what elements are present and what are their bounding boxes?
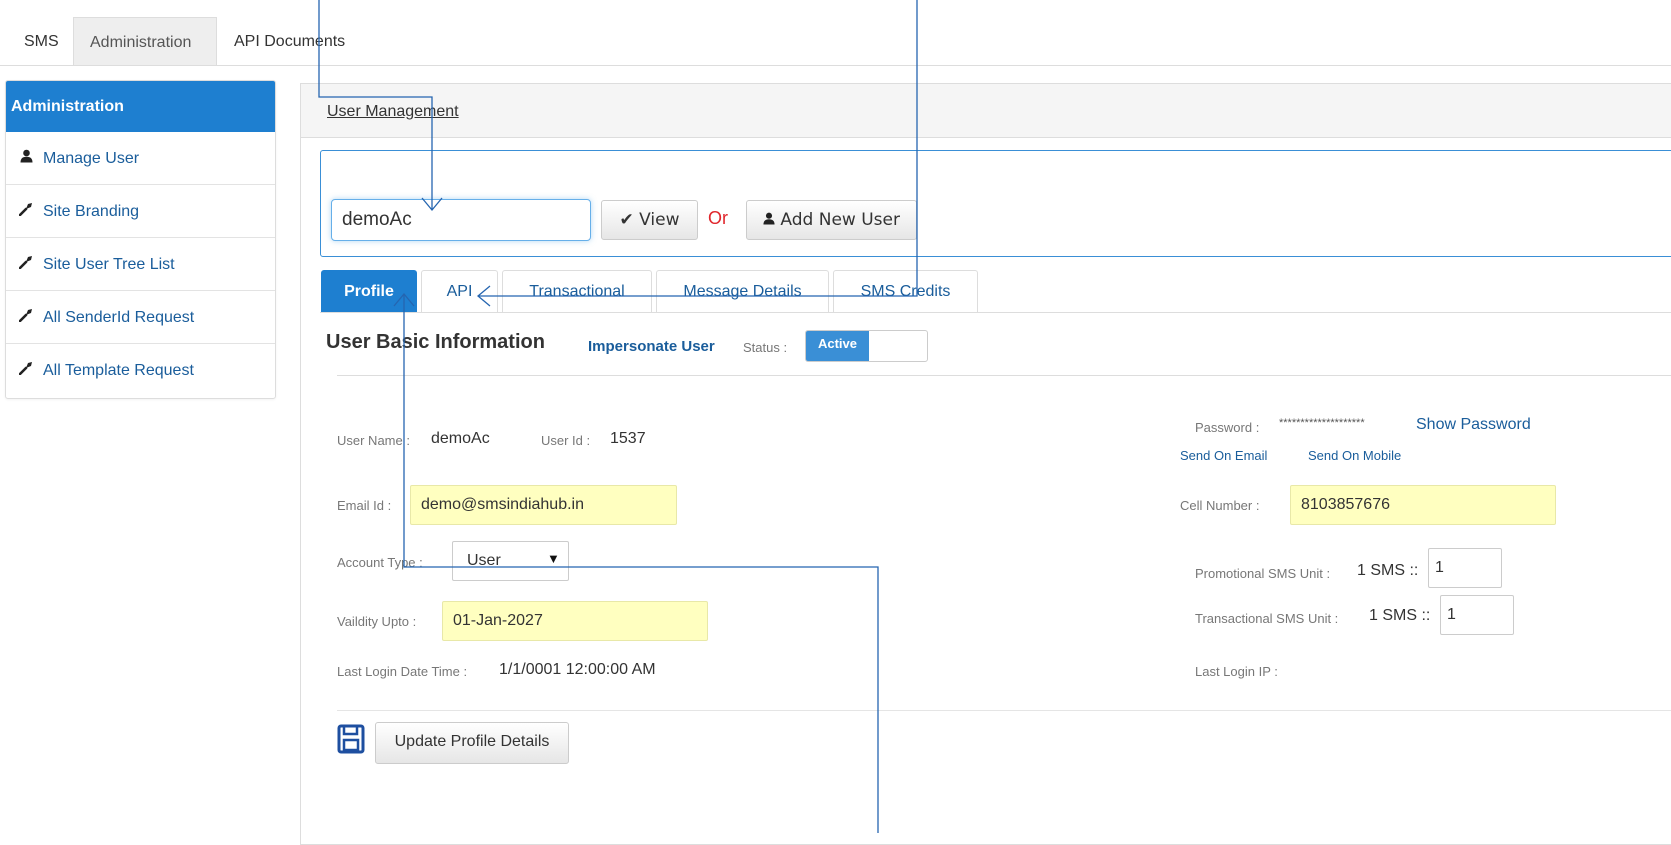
sidebar: Administration Manage User Site Branding…	[5, 80, 276, 399]
tab-transactional[interactable]: Transactional	[502, 270, 652, 312]
tab-api[interactable]: API	[421, 270, 498, 312]
update-profile-button[interactable]: Update Profile Details	[375, 722, 569, 764]
account-type-value: User	[467, 552, 501, 569]
wrench-icon	[18, 344, 34, 397]
tab-message-details[interactable]: Message Details	[656, 270, 829, 312]
tab-sms-credits[interactable]: SMS Credits	[833, 270, 978, 312]
promotional-sms-unit: 1 SMS ::	[1357, 562, 1419, 579]
impersonate-user-link[interactable]: Impersonate User	[588, 338, 715, 355]
user-icon	[18, 132, 34, 185]
caret-down-icon: ▼	[547, 551, 560, 566]
sidebar-item-all-senderid-request[interactable]: All SenderId Request	[6, 291, 275, 344]
sidebar-item-manage-user[interactable]: Manage User	[6, 132, 275, 185]
tabs-divider	[320, 312, 1671, 313]
nav-tab-administration[interactable]: Administration	[73, 17, 217, 65]
or-label: Or	[708, 208, 728, 228]
check-icon: ✔	[619, 210, 634, 230]
send-on-email-link[interactable]: Send On Email	[1180, 448, 1267, 463]
sidebar-item-label: Site Branding	[43, 203, 140, 220]
transactional-sms-unit: 1 SMS ::	[1369, 607, 1431, 624]
cell-number-field[interactable]: 8103857676	[1290, 485, 1556, 525]
add-new-user-label: Add New User	[780, 210, 900, 230]
sidebar-item-site-branding[interactable]: Site Branding	[6, 185, 275, 238]
sidebar-item-label: All SenderId Request	[43, 309, 195, 326]
password-mask: ********************	[1279, 417, 1365, 429]
sidebar-item-label: Site User Tree List	[43, 256, 175, 273]
user-id-value: 1537	[610, 430, 646, 447]
divider	[337, 375, 1671, 376]
promotional-sms-input[interactable]: 1	[1428, 548, 1502, 588]
last-login-ip-label: Last Login IP :	[1195, 664, 1278, 679]
section-title: User Basic Information	[326, 331, 545, 353]
promotional-sms-label: Promotional SMS Unit :	[1195, 566, 1331, 581]
page-title[interactable]: User Management	[327, 103, 459, 121]
sidebar-item-site-user-tree-list[interactable]: Site User Tree List	[6, 238, 275, 291]
top-nav: SMS Administration API Documents	[0, 0, 1671, 66]
divider	[337, 710, 1671, 711]
status-label: Status :	[743, 340, 788, 355]
password-label: Password :	[1195, 420, 1260, 435]
view-button-label: View	[639, 210, 680, 230]
add-new-user-button[interactable]: Add New User	[746, 200, 917, 240]
sidebar-item-all-template-request[interactable]: All Template Request	[6, 344, 275, 397]
transactional-sms-input[interactable]: 1	[1440, 595, 1514, 635]
view-button[interactable]: ✔ View	[601, 200, 698, 240]
status-toggle[interactable]: Active	[805, 330, 928, 362]
sidebar-item-label: All Template Request	[43, 362, 194, 379]
validity-label: Vaildity Upto :	[337, 614, 417, 629]
account-type-label: Account Type :	[337, 555, 423, 570]
panel-header	[301, 84, 1671, 138]
nav-tab-api-documents[interactable]: API Documents	[218, 17, 361, 65]
email-label: Email Id :	[337, 498, 392, 513]
last-login-value: 1/1/0001 12:00:00 AM	[499, 661, 656, 678]
user-icon	[763, 210, 775, 230]
wrench-icon	[18, 185, 34, 238]
user-id-label: User Id :	[541, 433, 591, 448]
show-password-link[interactable]: Show Password	[1416, 416, 1531, 434]
account-type-select[interactable]: User ▼	[452, 541, 569, 581]
email-field[interactable]: demo@smsindiahub.in	[410, 485, 677, 525]
sidebar-item-label: Manage User	[43, 150, 140, 167]
tab-profile[interactable]: Profile	[321, 270, 417, 312]
nav-tab-sms[interactable]: SMS	[8, 17, 75, 65]
sidebar-title: Administration	[6, 81, 275, 132]
save-icon	[337, 724, 365, 754]
validity-field[interactable]: 01-Jan-2027	[442, 601, 708, 641]
user-name-value: demoAc	[431, 430, 490, 447]
user-search-input[interactable]	[331, 199, 591, 241]
transactional-sms-label: Transactional SMS Unit :	[1195, 611, 1339, 626]
user-name-label: User Name :	[337, 433, 410, 448]
cell-number-label: Cell Number :	[1180, 498, 1260, 513]
wrench-icon	[18, 238, 34, 291]
send-on-mobile-link[interactable]: Send On Mobile	[1308, 448, 1401, 463]
wrench-icon	[18, 291, 34, 344]
status-active: Active	[806, 331, 869, 361]
last-login-label: Last Login Date Time :	[337, 664, 468, 679]
